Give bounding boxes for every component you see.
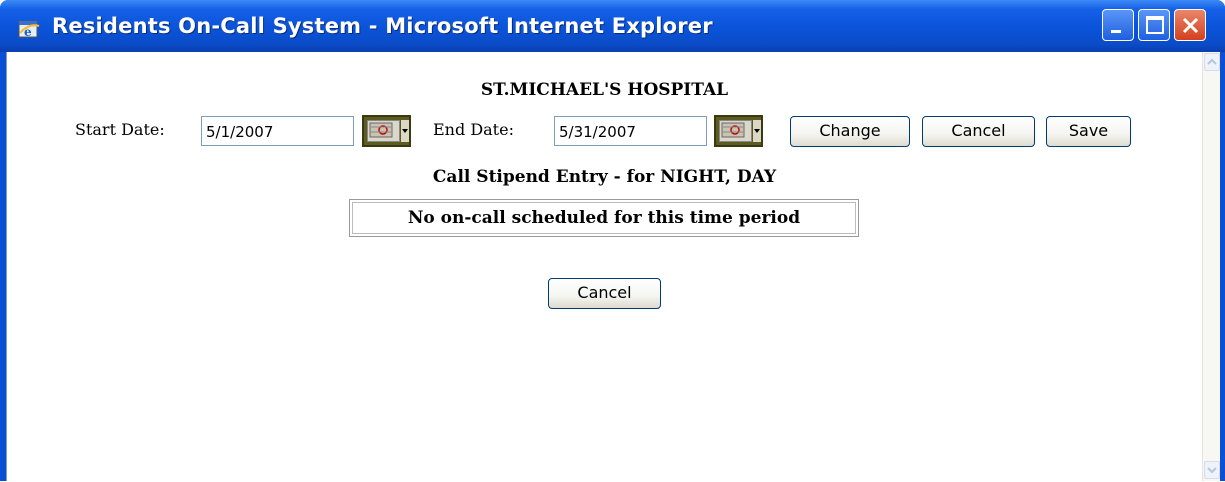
change-button[interactable]: Change bbox=[790, 116, 910, 147]
end-date-calendar-button[interactable] bbox=[714, 115, 763, 147]
message-box: No on-call scheduled for this time perio… bbox=[349, 199, 859, 237]
cancel-button[interactable]: Cancel bbox=[922, 116, 1035, 147]
scroll-up-arrow-icon bbox=[1207, 58, 1217, 65]
window-title: Residents On-Call System - Microsoft Int… bbox=[52, 14, 713, 38]
end-date-label: End Date: bbox=[433, 120, 514, 139]
save-button[interactable]: Save bbox=[1046, 116, 1131, 147]
browser-window: e Residents On-Call System - Microsoft I… bbox=[0, 0, 1225, 481]
no-schedule-message: No on-call scheduled for this time perio… bbox=[352, 202, 856, 234]
minimize-button[interactable] bbox=[1102, 9, 1134, 41]
start-date-input[interactable]: 5/1/2007 bbox=[201, 116, 354, 146]
minimize-icon bbox=[1111, 30, 1121, 33]
chevron-down-icon bbox=[401, 120, 409, 142]
bottom-cancel-button[interactable]: Cancel bbox=[548, 278, 661, 309]
scroll-down-button[interactable] bbox=[1204, 461, 1220, 479]
start-date-label: Start Date: bbox=[75, 120, 165, 139]
maximize-button[interactable] bbox=[1138, 9, 1170, 41]
hospital-name: ST.MICHAEL'S HOSPITAL bbox=[480, 80, 729, 100]
calendar-icon bbox=[367, 120, 400, 142]
close-icon bbox=[1182, 17, 1199, 34]
chevron-down-icon bbox=[753, 120, 761, 142]
title-bar[interactable]: e Residents On-Call System - Microsoft I… bbox=[0, 0, 1225, 52]
scroll-down-arrow-icon bbox=[1207, 467, 1217, 474]
maximize-icon bbox=[1146, 16, 1164, 34]
close-button[interactable] bbox=[1174, 9, 1206, 41]
end-date-input[interactable]: 5/31/2007 bbox=[554, 116, 707, 146]
vertical-scrollbar[interactable] bbox=[1202, 52, 1220, 481]
page-content: ST.MICHAEL'S HOSPITAL Start Date: 5/1/20… bbox=[6, 52, 1220, 481]
scroll-up-button[interactable] bbox=[1204, 53, 1220, 71]
entry-title: Call Stipend Entry - for NIGHT, DAY bbox=[432, 167, 777, 187]
calendar-icon bbox=[719, 120, 752, 142]
ie-icon: e bbox=[17, 17, 41, 41]
start-date-calendar-button[interactable] bbox=[362, 115, 411, 147]
